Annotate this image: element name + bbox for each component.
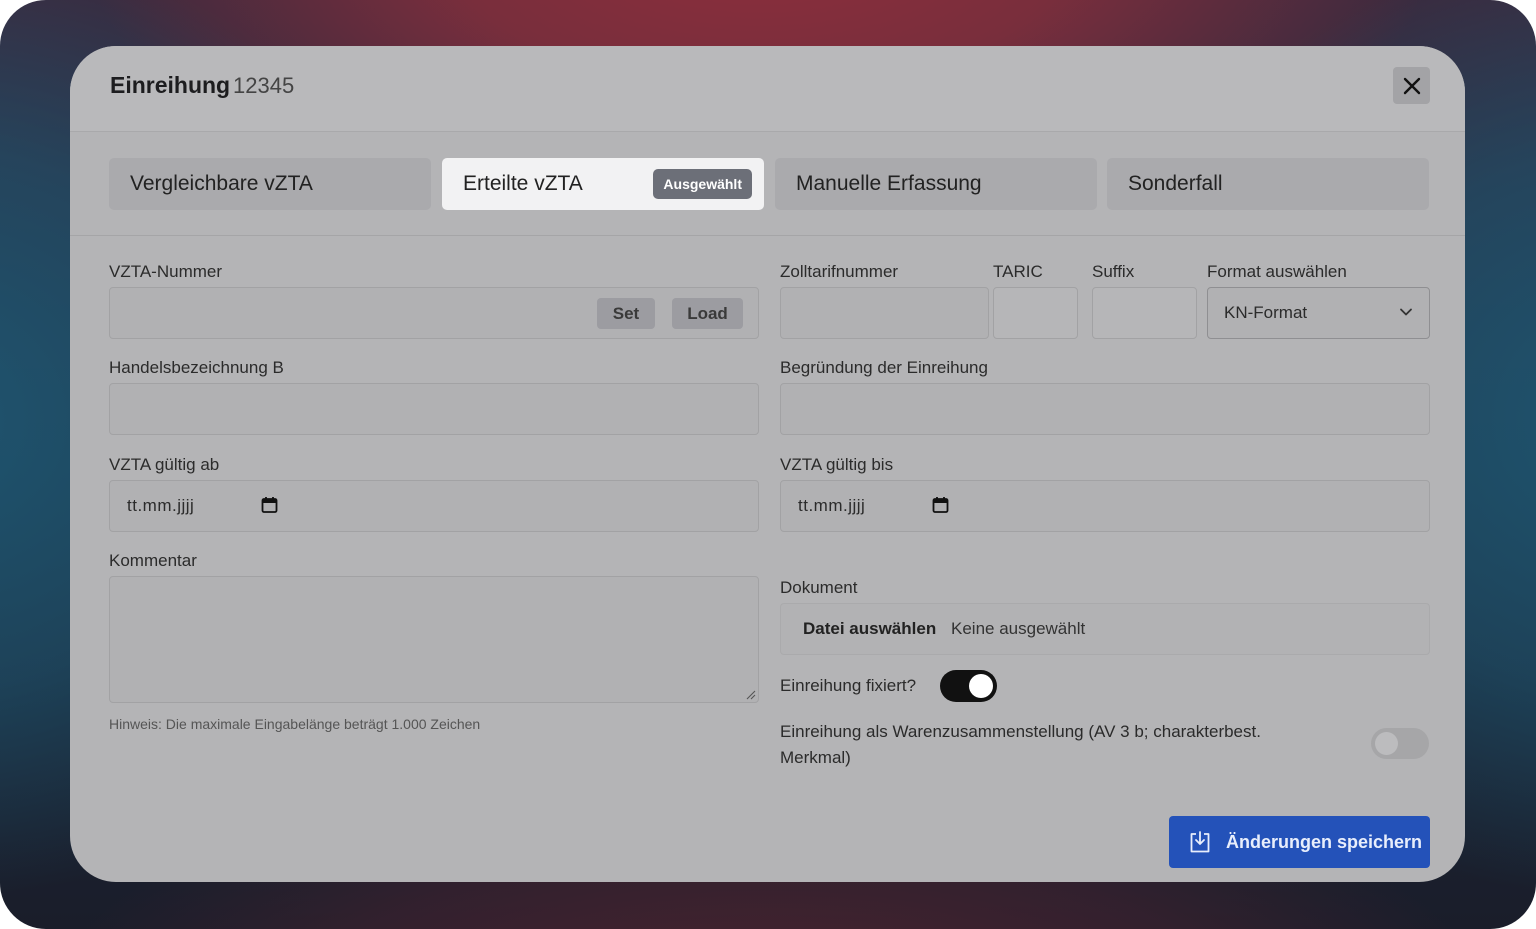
format-select[interactable]: KN-Format	[1207, 287, 1430, 339]
handelsbezeichnung-input[interactable]	[109, 383, 759, 435]
vzta-nummer-label: VZTA-Nummer	[109, 262, 223, 281]
tab-vergleichbare-vzta[interactable]: Vergleichbare vZTA	[109, 158, 431, 210]
toggle-knob	[1375, 732, 1398, 755]
selected-badge: Ausgewählt	[653, 169, 752, 199]
suffix-label: Suffix	[1092, 262, 1135, 281]
dokument-label: Dokument	[780, 578, 858, 597]
gueltig-bis-placeholder: tt.mm.jjjj	[798, 496, 866, 515]
resize-handle-icon[interactable]	[745, 689, 756, 700]
fixiert-label: Einreihung fixiert?	[780, 676, 917, 695]
warenzusammenstellung-label: Einreihung als Warenzusammenstellung (AV…	[780, 719, 1350, 771]
begruendung-input[interactable]	[780, 383, 1430, 435]
format-label: Format auswählen	[1207, 262, 1347, 281]
tab-erteilte-vzta[interactable]: Erteilte vZTA Ausgewählt	[442, 158, 764, 210]
tab-label: Sonderfall	[1128, 172, 1223, 195]
tab-label: Vergleichbare vZTA	[130, 172, 313, 195]
gueltig-ab-label: VZTA gültig ab	[109, 455, 220, 474]
tab-label: Erteilte vZTA	[463, 172, 583, 195]
warenzusammenstellung-label-line1: Einreihung als Warenzusammenstellung (AV…	[780, 722, 1261, 741]
save-button-label: Änderungen speichern	[1226, 832, 1423, 852]
format-selected-value: KN-Format	[1224, 303, 1308, 322]
kommentar-hint: Hinweis: Die maximale Eingabelänge beträ…	[109, 716, 481, 732]
taric-label: TARIC	[993, 262, 1043, 281]
warenzusammenstellung-label-line2: Merkmal)	[780, 748, 851, 767]
gueltig-ab-placeholder: tt.mm.jjjj	[127, 496, 195, 515]
tab-label: Manuelle Erfassung	[796, 172, 982, 195]
gueltig-ab-date-input[interactable]: tt.mm.jjjj	[109, 480, 759, 532]
set-button[interactable]: Set	[597, 298, 655, 329]
save-download-icon	[1190, 831, 1210, 853]
gueltig-bis-date-input[interactable]: tt.mm.jjjj	[780, 480, 1430, 532]
tab-sonderfall[interactable]: Sonderfall	[1107, 158, 1429, 210]
modal-header: Einreihung 12345	[70, 46, 1465, 132]
gueltig-bis-label: VZTA gültig bis	[780, 455, 894, 474]
modal-title: Einreihung	[110, 72, 231, 98]
zolltarifnummer-label: Zolltarifnummer	[780, 262, 899, 281]
zolltarifnummer-input[interactable]	[780, 287, 989, 339]
modal-id: 12345	[233, 73, 295, 98]
kommentar-textarea[interactable]	[109, 576, 759, 703]
begruendung-label: Begründung der Einreihung	[780, 358, 988, 377]
suffix-input[interactable]	[1092, 287, 1197, 339]
close-icon	[1403, 77, 1420, 94]
close-button[interactable]	[1393, 67, 1430, 104]
calendar-icon[interactable]	[932, 496, 949, 514]
chevron-down-icon	[1400, 308, 1412, 316]
dokument-file-input: Datei auswählen Keine ausgewählt	[780, 603, 1430, 655]
vzta-nummer-input[interactable]: Set Load	[109, 287, 759, 339]
save-changes-button[interactable]: Änderungen speichern	[1169, 816, 1430, 868]
file-select-button[interactable]: Datei auswählen	[803, 619, 936, 639]
file-status: Keine ausgewählt	[951, 619, 1086, 638]
handelsbezeichnung-label: Handelsbezeichnung B	[109, 358, 284, 377]
kommentar-label: Kommentar	[109, 551, 197, 570]
toggle-knob	[969, 674, 993, 698]
tab-manuelle-erfassung[interactable]: Manuelle Erfassung	[775, 158, 1097, 210]
load-button[interactable]: Load	[672, 298, 743, 329]
warenzusammenstellung-toggle[interactable]	[1371, 728, 1429, 759]
einreihung-modal: Einreihung 12345 Vergleichbare vZTA Erte…	[70, 46, 1465, 882]
calendar-icon[interactable]	[261, 496, 278, 514]
fixiert-toggle[interactable]	[940, 670, 997, 702]
tab-bar: Vergleichbare vZTA Erteilte vZTA Ausgewä…	[70, 132, 1465, 236]
taric-input[interactable]	[993, 287, 1078, 339]
